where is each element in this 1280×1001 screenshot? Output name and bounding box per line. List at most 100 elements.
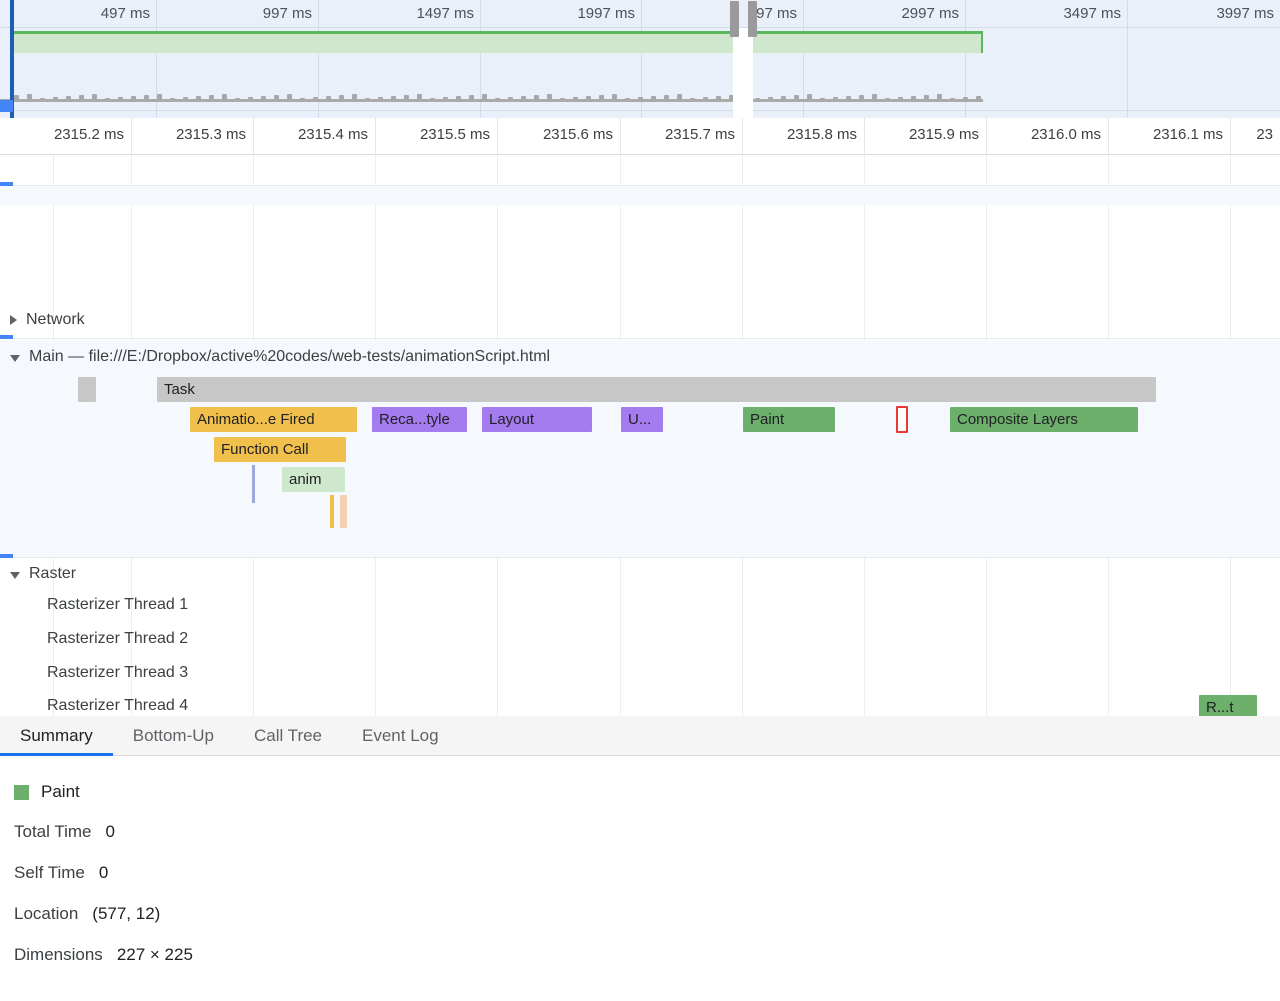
overview-cpu-sample xyxy=(456,96,461,100)
overview-tick-label: 3997 ms xyxy=(1216,5,1274,22)
overview-cpu-sample xyxy=(495,98,500,100)
track-header-rasterizer-thread-3[interactable]: Rasterizer Thread 3 xyxy=(47,664,188,682)
overview-cpu-sample xyxy=(664,95,669,100)
overview-cpu-sample xyxy=(417,94,422,100)
overview-cpu-sample xyxy=(144,95,149,100)
overview-cpu-sample xyxy=(430,98,435,100)
tab-call-tree[interactable]: Call Tree xyxy=(234,716,342,755)
event-color-swatch xyxy=(14,784,29,800)
chevron-down-icon[interactable] xyxy=(10,354,20,362)
overview-cpu-sample xyxy=(235,98,240,100)
main-event-bar[interactable]: Task xyxy=(157,377,1156,402)
overview-cpu-sample xyxy=(521,96,526,100)
overview-cpu-sample xyxy=(716,96,721,100)
overview-selection-window[interactable] xyxy=(733,28,753,118)
main-event-bar[interactable]: anim xyxy=(282,467,345,492)
overview-cpu-sample xyxy=(547,94,552,100)
detail-tab-bar[interactable]: Summary Bottom-Up Call Tree Event Log xyxy=(0,716,1280,756)
summary-row-location: Location (577, 12) xyxy=(14,904,1280,924)
overview-cpu-sample xyxy=(287,94,292,100)
overview-tick-label: 497 ms xyxy=(100,5,150,22)
flame-thin-event-bar[interactable] xyxy=(330,495,334,528)
main-event-bar[interactable]: Function Call xyxy=(214,437,346,462)
overview-cpu-sample xyxy=(248,97,253,100)
overview-cpu-sample xyxy=(794,95,799,100)
timeline-ruler[interactable]: 2315.2 ms 2315.3 ms 2315.4 ms 2315.5 ms 2315… xyxy=(0,118,1280,155)
overview-tick-label: 997 ms xyxy=(262,5,312,22)
summary-row-total-time: Total Time 0 xyxy=(14,822,1280,842)
summary-row-self-time: Self Time 0 xyxy=(14,863,1280,883)
chevron-right-icon[interactable] xyxy=(10,315,17,325)
track-header-network[interactable]: Network xyxy=(10,311,85,329)
flame-thin-event-bar[interactable] xyxy=(252,465,255,503)
summary-row-key: Total Time xyxy=(14,822,92,841)
selected-event-bar[interactable] xyxy=(896,406,908,433)
timeline-tick-label: 2315.7 ms xyxy=(664,126,735,143)
track-header-raster[interactable]: Raster xyxy=(10,565,76,583)
overview-cpu-sample xyxy=(365,98,370,100)
tab-bottom-up[interactable]: Bottom-Up xyxy=(113,716,234,755)
overview-cpu-sample xyxy=(118,97,123,100)
summary-panel: Paint Total Time 0 Self Time 0 Location (577,… xyxy=(0,756,1280,1001)
overview-cpu-sample xyxy=(274,95,279,100)
summary-row-key: Location xyxy=(14,904,79,923)
overview-cpu-sample xyxy=(534,95,539,100)
tab-event-log[interactable]: Event Log xyxy=(342,716,459,755)
overview-cpu-sample xyxy=(443,97,448,100)
timeline-tick-label: 2315.3 ms xyxy=(175,126,246,143)
overview-cpu-sample xyxy=(573,97,578,100)
overview-cpu-sample xyxy=(404,95,409,100)
raster-event-bar[interactable]: R...t xyxy=(1199,695,1257,716)
overview-cpu-sample xyxy=(300,98,305,100)
overview-cpu-sample xyxy=(391,96,396,100)
timeline-tick-label: 2315.8 ms xyxy=(786,126,857,143)
overview-cpu-sample xyxy=(625,98,630,100)
main-event-bar[interactable]: Animatio...e Fired xyxy=(190,407,357,432)
overview-cpu-sample xyxy=(755,98,760,100)
overview-cpu-sample xyxy=(196,96,201,100)
overview-cpu-sample xyxy=(820,98,825,100)
track-header-rasterizer-thread-4[interactable]: Rasterizer Thread 4 xyxy=(47,697,188,715)
overview-tick-label: 3497 ms xyxy=(1063,5,1121,22)
main-event-bar[interactable]: Reca...tyle xyxy=(372,407,467,432)
summary-row-value: 0 xyxy=(105,822,115,841)
overview-cpu-sample xyxy=(976,96,981,100)
track-header-rasterizer-thread-1[interactable]: Rasterizer Thread 1 xyxy=(47,596,188,614)
track-blue-marker xyxy=(0,335,13,339)
overview-tick-label: 1497 ms xyxy=(416,5,474,22)
overview-ruler-divider xyxy=(0,27,1280,28)
overview-cpu-sample xyxy=(92,94,97,100)
track-separator xyxy=(0,338,1280,339)
overview-cpu-sample xyxy=(690,98,695,100)
overview-tick-label: 97 ms xyxy=(756,5,797,22)
overview-cpu-sample xyxy=(963,97,968,100)
track-header-rasterizer-thread-2[interactable]: Rasterizer Thread 2 xyxy=(47,630,188,648)
overview-cpu-sample xyxy=(833,97,838,100)
overview-cpu-sample xyxy=(768,97,773,100)
summary-row-value: (577, 12) xyxy=(92,904,161,923)
main-event-bar[interactable]: Paint xyxy=(743,407,835,432)
main-event-bar[interactable] xyxy=(78,377,96,402)
overview-cpu-sample xyxy=(859,95,864,100)
overview-cpu-sample xyxy=(807,94,812,100)
flame-chart[interactable]: Network Main — file:///E:/Dropbox/active%… xyxy=(0,155,1280,716)
timeline-tick-label: 2315.5 ms xyxy=(419,126,490,143)
tab-summary[interactable]: Summary xyxy=(0,716,113,756)
overview-window-handle[interactable] xyxy=(730,1,739,37)
track-label: Raster xyxy=(29,565,77,582)
flame-thin-event-bar[interactable] xyxy=(340,495,347,528)
overview-cpu-sample xyxy=(157,94,162,100)
overview-cpu-sample xyxy=(599,95,604,100)
overview-cpu-sample xyxy=(313,97,318,100)
track-header-main[interactable]: Main — file:///E:/Dropbox/active%20codes… xyxy=(10,348,550,366)
overview-tick-label: 1997 ms xyxy=(577,5,635,22)
track-blue-marker xyxy=(0,182,13,186)
overview-window-handle[interactable] xyxy=(748,1,757,37)
main-event-bar[interactable]: Composite Layers xyxy=(950,407,1138,432)
overview-pane[interactable]: 497 ms 997 ms 1497 ms 1997 ms 97 ms 2997 ms 34… xyxy=(0,0,1280,118)
overview-cpu-sample xyxy=(183,97,188,100)
chevron-down-icon[interactable] xyxy=(10,571,20,579)
main-event-bar[interactable]: U... xyxy=(621,407,663,432)
main-event-bar[interactable]: Layout xyxy=(482,407,592,432)
overview-cpu-sample xyxy=(612,94,617,100)
